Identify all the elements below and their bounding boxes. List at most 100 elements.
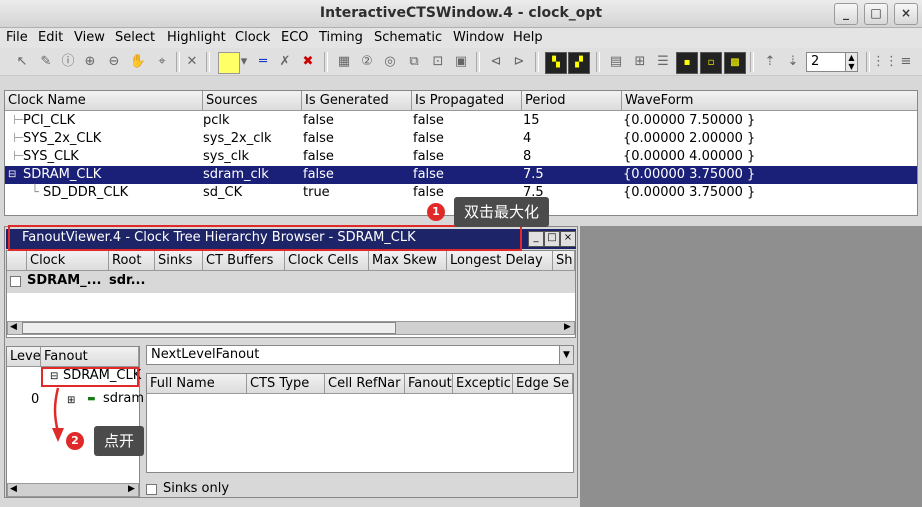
clock-source: sys_clk [203,149,250,164]
list-icon[interactable]: ☰ [653,52,673,72]
column-header-ct-buffers[interactable]: CT Buffers [203,251,285,271]
is-generated: false [303,149,334,164]
horizontal-scrollbar[interactable]: ◀ ▶ [7,321,575,335]
column-header-clock-cells[interactable]: Clock Cells [285,251,369,271]
forward-icon[interactable]: ⊳ [509,52,529,72]
column-header-period[interactable]: Period [522,91,622,111]
back-icon[interactable]: ⊲ [486,52,506,72]
menu-eco[interactable]: ECO [281,30,309,45]
table-row-selected[interactable]: ⊟ SDRAM_CLK sdram_clk false false 7.5 {0… [5,166,917,184]
pan-hand-icon[interactable]: ✋ [128,52,148,72]
is-generated: false [303,113,334,128]
sort-down-icon[interactable]: ⇣ [783,52,803,72]
net-icon[interactable]: ▫ [700,52,722,74]
column-header-longest-delay[interactable]: Longest Delay [447,251,553,271]
chevron-down-icon[interactable]: ▼ [559,346,573,364]
schematic-icon[interactable]: ▩ [724,52,746,74]
column-header-clock-name[interactable]: Clock Name [5,91,203,111]
column-header-fanout[interactable]: Fanout [41,347,139,367]
cell-icon[interactable]: ▪ [676,52,698,74]
menu-clock[interactable]: Clock [235,30,270,45]
table-icon[interactable]: ▤ [606,52,626,72]
column-header-clock[interactable]: Clock [27,251,109,271]
copy-icon[interactable]: ⧉ [404,52,424,72]
column-header-full-name[interactable]: Full Name [147,374,247,394]
rows-icon[interactable]: ≡ [896,52,916,72]
clock-source: sd_CK [203,185,243,200]
layout-view-icon[interactable]: ▚ [545,52,567,74]
menu-schematic[interactable]: Schematic [374,30,442,45]
clock-source: sys_2x_clk [203,131,272,146]
close-icon[interactable]: × [560,231,576,247]
scroll-left-icon[interactable]: ◀ [10,484,17,494]
column-header-max-skew[interactable]: Max Skew [369,251,447,271]
pointer-icon[interactable]: ↖ [12,52,32,72]
menu-view[interactable]: View [74,30,105,45]
line-style-icon[interactable]: ═ [253,52,273,72]
close-button[interactable]: × [894,3,918,25]
zoom-level-value: 2 [811,54,820,69]
column-header-sources[interactable]: Sources [203,91,302,111]
column-header-is-generated[interactable]: Is Generated [302,91,412,111]
highlight-pen-icon[interactable]: ✗ [275,52,295,72]
maximize-icon[interactable]: □ [544,231,560,247]
menu-window[interactable]: Window [453,30,504,45]
scroll-left-icon[interactable]: ◀ [10,322,17,332]
collapse-tree-icon[interactable]: ⊟ [8,166,16,184]
zoom-level-spinbox[interactable]: 2 ▲ ▼ [806,52,858,72]
zoom-region-icon[interactable]: ⊡ [428,52,448,72]
spin-arrows-icon[interactable]: ▲ ▼ [845,53,857,71]
menu-select[interactable]: Select [115,30,155,45]
color-cross-icon[interactable]: ✖ [298,52,318,72]
column-header-level[interactable]: Leve [7,347,41,367]
pencil-icon[interactable]: ✎ [36,52,56,72]
color-swatch-icon[interactable] [218,52,240,74]
menu-timing[interactable]: Timing [319,30,363,45]
table-row[interactable]: ⊢ SYS_2x_CLK sys_2x_clk false false 4 {0… [5,130,917,148]
table-row[interactable]: ⊢ PCI_CLK pclk false false 15 {0.00000 7… [5,112,917,130]
maximize-button[interactable]: □ [864,3,888,25]
column-header-cts-type[interactable]: CTS Type [247,374,325,394]
column-header-edge-sense[interactable]: Edge Se [513,374,573,394]
zoom-in-icon[interactable]: ⊕ [80,52,100,72]
info-icon[interactable]: ⓘ [58,52,78,72]
column-header-waveform[interactable]: WaveForm [622,91,917,111]
horizontal-scrollbar[interactable]: ◀ ▶ [7,483,139,497]
clear-icon[interactable]: ✕ [182,52,202,72]
table-row[interactable]: ⊢ SYS_CLK sys_clk false false 8 {0.00000… [5,148,917,166]
ruler-icon[interactable]: ⌖ [152,52,172,72]
tree-icon[interactable]: ⊞ [630,52,650,72]
columns-icon[interactable]: ⋮⋮ [872,52,898,72]
column-header-exceptions[interactable]: Exceptic [453,374,513,394]
scroll-right-icon[interactable]: ▶ [564,322,571,332]
scroll-right-icon[interactable]: ▶ [128,484,135,494]
annotation-callout-1: 双击最大化 [454,197,550,227]
table-row[interactable]: SDRAM_... sdr... [7,271,575,293]
row-checkbox[interactable] [10,276,21,287]
grid-icon[interactable]: ▦ [334,52,354,72]
sinks-only-checkbox[interactable] [146,484,157,495]
column-header-is-propagated[interactable]: Is Propagated [412,91,522,111]
tree-child-node[interactable]: sdram [103,391,144,406]
step2-icon[interactable]: ② [357,52,377,72]
minimize-button[interactable]: _ [834,3,858,25]
column-header-fanout[interactable]: Fanout [405,374,453,394]
menu-edit[interactable]: Edit [38,30,63,45]
scrollbar-thumb[interactable] [22,322,396,334]
layout-view-2-icon[interactable]: ▞ [568,52,590,74]
column-header-sh[interactable]: Sh [553,251,575,271]
column-header-root[interactable]: Root [109,251,155,271]
zoom-out-icon[interactable]: ⊖ [104,52,124,72]
column-header-sinks[interactable]: Sinks [155,251,203,271]
chevron-down-icon[interactable]: ▾ [238,52,250,72]
fanout-mode-dropdown[interactable]: NextLevelFanout ▼ [146,345,574,365]
sort-up-icon[interactable]: ⇡ [760,52,780,72]
tree-connector-icon: └ [31,185,39,200]
column-header-cell-refname[interactable]: Cell RefNar [325,374,405,394]
menu-help[interactable]: Help [513,30,543,45]
fit-icon[interactable]: ▣ [451,52,471,72]
select-icon[interactable]: ◎ [380,52,400,72]
menu-file[interactable]: File [6,30,28,45]
minimize-icon[interactable]: _ [528,231,544,247]
menu-highlight[interactable]: Highlight [167,30,226,45]
